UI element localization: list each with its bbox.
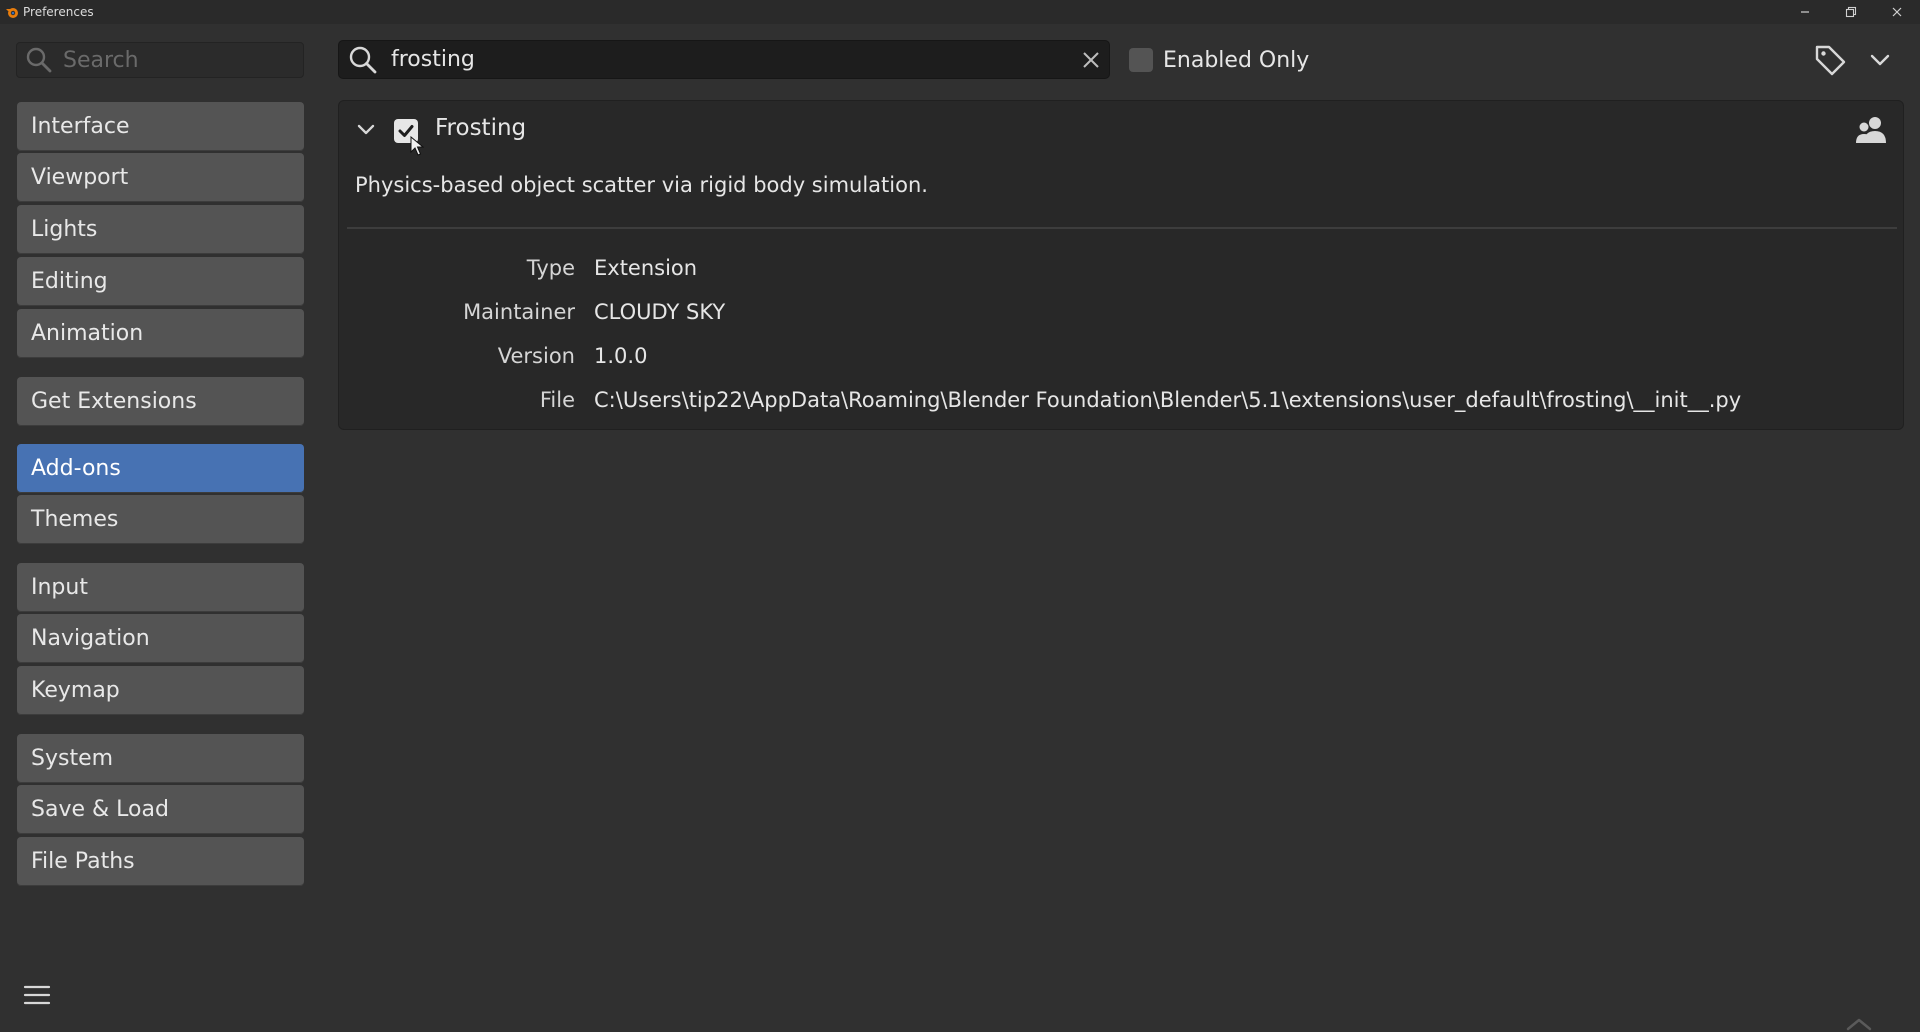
- title-bar: Preferences: [0, 0, 1920, 24]
- close-button[interactable]: [1874, 0, 1920, 24]
- sidebar-item-keymap[interactable]: Keymap: [17, 666, 304, 715]
- sidebar-search-placeholder: Search: [63, 47, 139, 73]
- mouse-cursor-icon: [410, 136, 424, 156]
- property-value: Extension: [594, 256, 698, 280]
- enabled-only-label: Enabled Only: [1163, 47, 1310, 73]
- addon-name: Frosting: [435, 115, 527, 141]
- filter-dropdown-button[interactable]: [1862, 42, 1898, 78]
- sidebar-item-editing[interactable]: Editing: [17, 257, 304, 306]
- search-icon: [349, 46, 377, 73]
- addon-property-type: Type Extension: [339, 256, 1903, 286]
- enabled-only-checkbox[interactable]: [1129, 48, 1153, 72]
- chevron-up-icon: [1846, 1018, 1872, 1031]
- sidebar-item-file-paths[interactable]: File Paths: [17, 837, 304, 886]
- sidebar-item-interface[interactable]: Interface: [17, 102, 304, 151]
- property-key: Type: [526, 256, 575, 280]
- sidebar-item-lights[interactable]: Lights: [17, 205, 304, 254]
- hamburger-menu-icon: [23, 985, 51, 1005]
- addon-description: Physics-based object scatter via rigid b…: [355, 173, 928, 197]
- window-title: Preferences: [23, 5, 94, 19]
- close-icon: [1892, 7, 1902, 17]
- maximize-button[interactable]: [1828, 0, 1874, 24]
- sidebar-item-themes[interactable]: Themes: [17, 495, 304, 544]
- addon-property-file: File C:\Users\tip22\AppData\Roaming\Blen…: [339, 388, 1903, 418]
- maximize-icon: [1845, 6, 1857, 18]
- addon-panel-frosting: Frosting Physics-based object scatter vi…: [338, 100, 1904, 430]
- chevron-down-icon: [1870, 54, 1890, 66]
- addon-property-maintainer: Maintainer CLOUDY SKY: [339, 300, 1903, 330]
- sidebar-search-field[interactable]: Search: [16, 42, 304, 78]
- property-value[interactable]: C:\Users\tip22\AppData\Roaming\Blender F…: [594, 388, 1741, 412]
- property-key: File: [539, 388, 575, 412]
- addon-expand-toggle[interactable]: [351, 115, 381, 145]
- property-key: Maintainer: [463, 300, 575, 324]
- sidebar-item-get-extensions[interactable]: Get Extensions: [17, 377, 304, 426]
- addon-divider: [347, 227, 1897, 229]
- clear-search-button[interactable]: [1073, 42, 1109, 78]
- sidebar-item-save-load[interactable]: Save & Load: [17, 785, 304, 834]
- preferences-menu-button[interactable]: [22, 980, 52, 1010]
- search-icon: [26, 47, 52, 73]
- tag-icon: [1815, 45, 1846, 76]
- window-controls: [1782, 0, 1920, 24]
- minimize-button[interactable]: [1782, 0, 1828, 24]
- sidebar-item-add-ons[interactable]: Add-ons: [17, 444, 304, 493]
- property-value: CLOUDY SKY: [594, 300, 726, 324]
- addon-search-field[interactable]: frosting: [338, 40, 1110, 79]
- property-value: 1.0.0: [594, 344, 648, 368]
- sidebar-item-viewport[interactable]: Viewport: [17, 153, 304, 202]
- addon-search-value[interactable]: frosting: [391, 47, 1073, 72]
- sidebar-item-animation[interactable]: Animation: [17, 309, 304, 358]
- user-addon-indicator: [1854, 113, 1888, 147]
- scroll-up-button[interactable]: [1844, 1014, 1874, 1032]
- close-icon: [1083, 51, 1099, 68]
- tags-filter-button[interactable]: [1812, 42, 1848, 78]
- sidebar-item-input[interactable]: Input: [17, 563, 304, 612]
- property-key: Version: [497, 344, 575, 368]
- minimize-icon: [1801, 11, 1809, 13]
- sidebar-item-system[interactable]: System: [17, 734, 304, 783]
- enabled-only-toggle[interactable]: Enabled Only: [1129, 46, 1309, 74]
- blender-logo-icon: [5, 5, 19, 19]
- chevron-down-icon: [357, 124, 375, 135]
- sidebar-item-navigation[interactable]: Navigation: [17, 614, 304, 663]
- addon-property-version: Version 1.0.0: [339, 344, 1903, 374]
- user-group-icon: [1856, 117, 1886, 143]
